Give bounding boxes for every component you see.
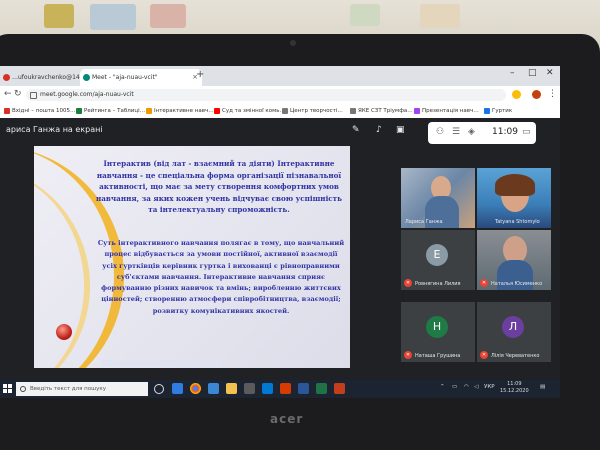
store-icon[interactable] <box>208 383 219 394</box>
powerpoint-icon[interactable] <box>334 383 345 394</box>
participant-name: Наталья Юсименко <box>491 281 543 287</box>
meeting-info-pill[interactable]: ⚇ ☰ ◈ 11:09 ▭ <box>428 122 536 144</box>
meet-favicon-icon <box>83 74 90 81</box>
edge-icon[interactable] <box>172 383 183 394</box>
participant-tile[interactable]: Л ✕ Лілія Череватенко <box>477 302 551 362</box>
taskbar-search-input[interactable]: Введіть текст для пошуку <box>16 382 148 396</box>
mic-icon[interactable]: ♪ <box>376 125 382 135</box>
network-icon[interactable]: ◠ <box>464 384 469 390</box>
tray-up-arrow-icon[interactable]: ⌃ <box>440 384 445 390</box>
crop-icon[interactable]: ▣ <box>396 125 405 135</box>
globe-icon <box>282 108 288 114</box>
menu-dots-icon[interactable]: ⋮ <box>548 89 557 99</box>
back-arrow-icon[interactable]: ← <box>4 89 12 99</box>
browser-tab-bar: …ufoukravchenko@14 ✉ × Meet - "aja-nuau-… <box>0 66 560 86</box>
minimize-icon[interactable]: – <box>510 68 515 78</box>
mail-icon[interactable] <box>262 383 273 394</box>
bookmark-item[interactable]: Вхідні – пошта 1005… <box>4 106 76 116</box>
bookmark-item[interactable]: Рейтинга – Таблиці… <box>76 106 145 116</box>
wall-picture <box>90 4 136 30</box>
bookmark-item[interactable]: ЯКЕ СЗТ Тріумфа… <box>350 106 413 116</box>
excel-icon[interactable] <box>316 383 327 394</box>
keyboard-language[interactable]: УКР <box>484 384 495 390</box>
windows-taskbar: Введіть текст для пошуку ⌃ ▭ ◠ ◁ УКР 11:… <box>0 380 560 398</box>
people-icon[interactable]: ⚇ <box>436 127 444 137</box>
laptop-brand-logo: acer <box>270 412 304 426</box>
sheets-icon <box>76 108 82 114</box>
url-input[interactable]: meet.google.com/aja-nuau-vcit <box>26 89 506 101</box>
bookmark-icon <box>146 108 152 114</box>
reload-icon[interactable]: ↻ <box>14 89 22 99</box>
muted-mic-icon: ✕ <box>480 351 488 359</box>
search-icon <box>20 386 26 392</box>
browser-tab-active[interactable]: Meet - "aja-nuau-vcit" × <box>80 69 202 86</box>
decorative-sphere <box>56 324 72 340</box>
profile-avatar[interactable] <box>532 90 541 99</box>
wall-picture <box>420 4 460 28</box>
new-tab-plus-icon[interactable]: + <box>196 69 204 80</box>
volume-icon[interactable]: ◁ <box>474 384 478 390</box>
laptop-screen: …ufoukravchenko@14 ✉ × Meet - "aja-nuau-… <box>0 66 560 398</box>
bookmark-icon <box>484 108 490 114</box>
chat-icon[interactable]: ☰ <box>452 127 460 137</box>
camera-icon[interactable]: ▭ <box>522 127 531 137</box>
muted-mic-icon: ✕ <box>404 279 412 287</box>
folder-icon[interactable] <box>226 383 237 394</box>
chrome-icon[interactable] <box>190 383 201 394</box>
activities-icon[interactable]: ◈ <box>468 127 475 137</box>
participant-name: Лариса Ганжа <box>405 219 443 225</box>
taskbar-clock[interactable]: 11:09 15.12.2020 <box>500 381 529 395</box>
lock-icon <box>30 92 37 99</box>
gmail-icon <box>4 108 10 114</box>
wall-picture <box>150 4 186 28</box>
globe-icon <box>350 108 356 114</box>
participant-name: Tatyana Shtomylo <box>495 219 540 225</box>
notifications-icon[interactable]: ▤ <box>540 384 545 390</box>
slide-toolbar[interactable] <box>102 360 222 366</box>
presenter-label: ариса Ганжа на екрані <box>6 125 103 134</box>
participant-name: Ровнягина Лилия <box>415 281 461 287</box>
bookmark-icon <box>414 108 420 114</box>
participant-avatar: Л <box>502 316 524 338</box>
bookmark-item[interactable]: Презентація навч… <box>414 106 479 116</box>
muted-mic-icon: ✕ <box>480 279 488 287</box>
meeting-time: 11:09 <box>492 127 518 137</box>
extension-icon[interactable] <box>512 90 521 99</box>
mail-favicon-icon <box>3 74 10 81</box>
bookmarks-bar: Вхідні – пошта 1005… Рейтинга – Таблиці…… <box>0 104 560 119</box>
battery-icon[interactable]: ▭ <box>452 384 457 390</box>
youtube-icon <box>214 108 220 114</box>
maximize-icon[interactable]: □ <box>528 68 537 78</box>
slide-body-text: Суть інтерактивного навчання полягає в т… <box>97 239 345 315</box>
wall-picture <box>350 4 380 26</box>
participant-tile[interactable]: Е ✕ Ровнягина Лилия <box>401 230 475 290</box>
participant-tile[interactable]: Лариса Ганжа <box>401 168 475 228</box>
bookmark-item[interactable]: Інтерактивне навч… <box>146 106 214 116</box>
calculator-icon[interactable] <box>244 383 255 394</box>
office-icon[interactable] <box>280 383 291 394</box>
wall-picture <box>44 4 74 28</box>
pin-icon[interactable]: ✎ <box>352 125 360 135</box>
muted-mic-icon: ✕ <box>404 351 412 359</box>
participant-avatar: Е <box>426 244 448 266</box>
shared-presentation-slide: Інтерактив (від лат - взаємний та діяти)… <box>34 146 350 368</box>
participant-name: Наташа Грушина <box>415 353 461 359</box>
cortana-icon[interactable] <box>154 384 164 394</box>
word-icon[interactable] <box>298 383 309 394</box>
address-toolbar: ← ↻ meet.google.com/aja-nuau-vcit ⋮ <box>0 86 560 104</box>
participant-tile[interactable]: ✕ Наталья Юсименко <box>477 230 551 290</box>
participant-name: Лілія Череватенко <box>491 353 540 359</box>
bookmark-item[interactable]: Центр творчості… <box>282 106 343 116</box>
browser-tab[interactable]: …ufoukravchenko@14 ✉ × <box>0 69 90 86</box>
participant-avatar: Н <box>426 316 448 338</box>
bookmark-item[interactable]: Гуртик <box>484 106 512 116</box>
close-window-icon[interactable]: ✕ <box>546 68 554 78</box>
slide-heading-text: Інтерактив (від лат - взаємний та діяти)… <box>95 159 343 214</box>
webcam <box>290 40 296 46</box>
participant-tile[interactable]: Tatyana Shtomylo <box>477 168 551 228</box>
bookmark-item[interactable]: Суд та змінної комь… <box>214 106 285 116</box>
participant-tile[interactable]: Н ✕ Наташа Грушина <box>401 302 475 362</box>
windows-start-icon[interactable] <box>3 384 12 393</box>
